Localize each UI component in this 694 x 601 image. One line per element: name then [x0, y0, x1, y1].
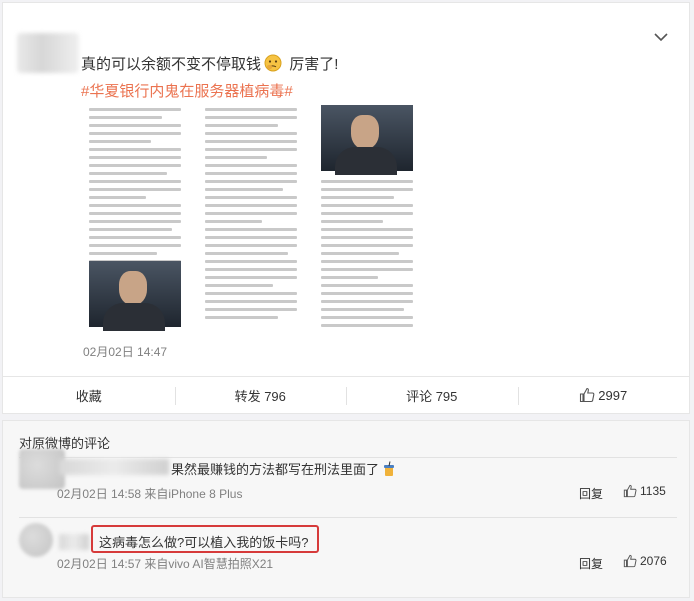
collect-label: 收藏 — [75, 388, 102, 404]
like-button[interactable]: 2997 — [517, 377, 690, 413]
comment-1-like-count: 1135 — [640, 484, 666, 498]
repost-label: 转发 796 — [234, 388, 286, 404]
action-bar: 收藏 转发 796 评论 795 2997 — [2, 376, 690, 414]
comment-2-reply-button[interactable]: 回复 — [579, 555, 603, 572]
photo-man — [89, 261, 181, 331]
collect-button[interactable]: 收藏 — [3, 377, 175, 413]
post-timestamp[interactable]: 02月02日 14:47 — [83, 343, 167, 360]
post-image-1[interactable] — [83, 103, 187, 331]
comment-avatar[interactable] — [19, 523, 53, 557]
comment-username-blurred[interactable] — [59, 534, 89, 550]
post-text: 真的可以余额不变不停取钱 厉害了! — [81, 53, 338, 74]
comment-label: 评论 795 — [406, 388, 458, 404]
comment-2-like-count: 2076 — [640, 554, 667, 568]
comment-1-like-button[interactable]: 1135 — [623, 484, 666, 498]
post-body: 真的可以余额不变不停取钱 — [81, 56, 262, 73]
blurred-avatar[interactable] — [17, 33, 79, 73]
chevron-down-icon[interactable] — [653, 29, 669, 45]
comment-1-meta: 02月02日 14:58 来自iPhone 8 Plus — [57, 487, 243, 501]
comment-2-meta: 02月02日 14:57 来自vivo AI智慧拍照X21 — [57, 557, 274, 571]
thumbs-up-icon — [623, 554, 637, 568]
photo-men — [321, 105, 413, 175]
post-image-2[interactable] — [199, 103, 303, 331]
comment-1-text: 果然最赚钱的方法都写在刑法里面了 — [171, 462, 380, 477]
drink-emoji-icon — [384, 461, 395, 476]
thinking-emoji-icon — [264, 54, 282, 72]
comment-text: 果然最赚钱的方法都写在刑法里面了 — [171, 459, 396, 478]
like-count: 2997 — [598, 387, 628, 403]
post-body-suffix: 厉害了! — [289, 56, 339, 73]
comment-button[interactable]: 评论 795 — [346, 377, 518, 413]
comments-section: 对原微博的评论 果然最赚钱的方法都写在刑法里面了 02月02日 14:58 来自… — [2, 420, 690, 598]
hashtag-link[interactable]: #华夏银行内鬼在服务器植病毒# — [81, 80, 293, 101]
thumbs-up-icon — [580, 387, 595, 403]
comment-2-like-button[interactable]: 2076 — [623, 554, 667, 568]
post-image-3[interactable] — [315, 103, 419, 331]
post-images — [83, 103, 419, 331]
comment-1-reply-button[interactable]: 回复 — [579, 485, 603, 502]
divider — [19, 517, 677, 518]
comment-2-text: 这病毒怎么做?可以植入我的饭卡吗? — [99, 535, 309, 550]
repost-button[interactable]: 转发 796 — [174, 377, 347, 413]
thumbs-up-icon — [623, 484, 637, 498]
divider — [19, 457, 677, 458]
comment-username-blurred[interactable] — [59, 459, 169, 475]
weibo-post-card: 真的可以余额不变不停取钱 厉害了! #华夏银行内鬼在服务器植病毒# 02月02日… — [2, 2, 690, 414]
